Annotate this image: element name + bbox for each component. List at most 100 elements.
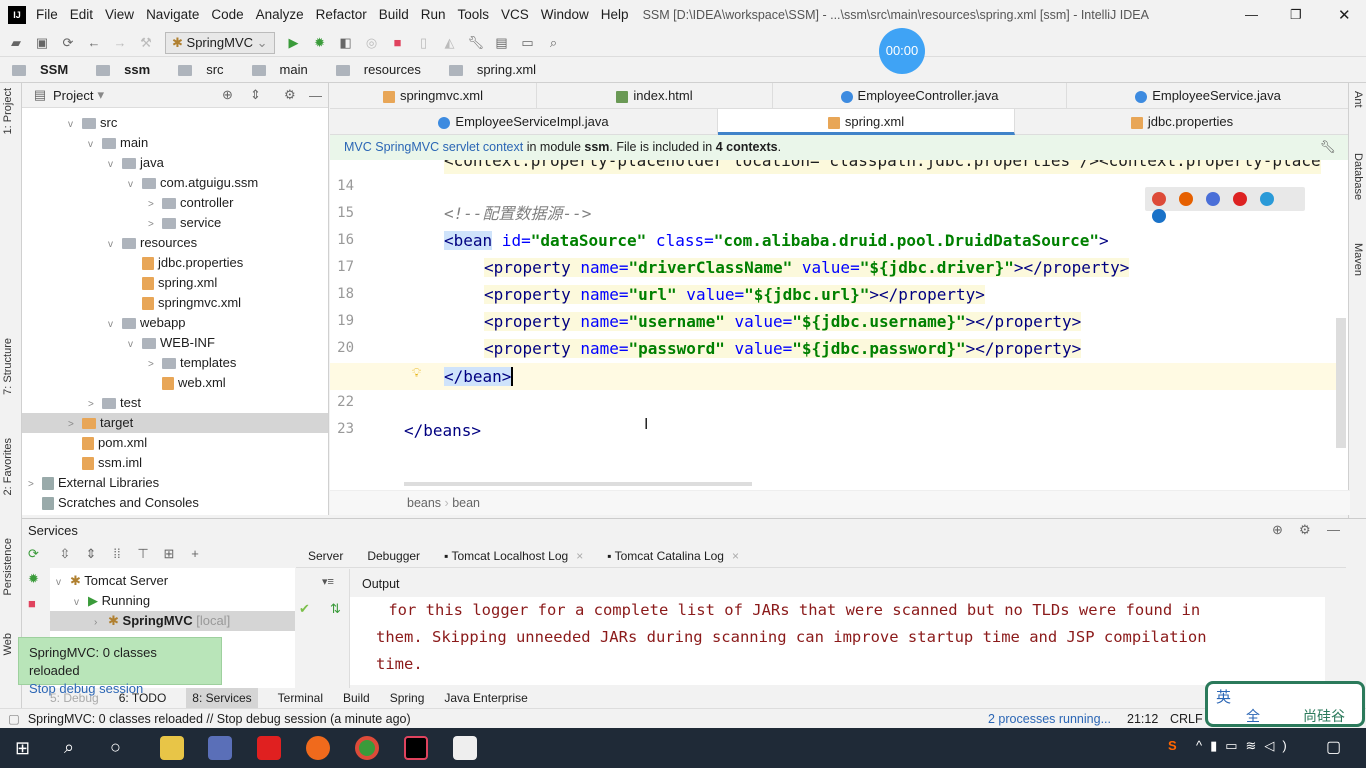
tree-item[interactable]: > templates bbox=[22, 353, 328, 373]
tray-icons[interactable]: ^▮▭≋◁) bbox=[1196, 738, 1295, 754]
tool-window-tab[interactable]: Terminal bbox=[278, 691, 323, 705]
menu-code[interactable]: Code bbox=[211, 7, 243, 22]
editor-tab[interactable]: jdbc.properties✕ bbox=[1015, 109, 1350, 154]
stop-icon[interactable]: ■ bbox=[22, 596, 50, 621]
project-view-select[interactable]: Project bbox=[53, 88, 93, 103]
tree-item[interactable]: v main bbox=[22, 133, 328, 153]
firefox-icon[interactable] bbox=[306, 736, 330, 760]
expand-arrow-icon[interactable]: v bbox=[108, 315, 122, 335]
tool-tab-project[interactable]: 1: Project bbox=[2, 88, 14, 134]
tree-item[interactable]: v java bbox=[22, 153, 328, 173]
save-icon[interactable]: ▣ bbox=[34, 35, 50, 51]
editor-tab[interactable]: spring.xml✕ bbox=[718, 109, 1015, 154]
group-icon[interactable]: ⁞⁞ bbox=[109, 546, 125, 562]
tool-window-tab[interactable]: Java Enterprise bbox=[444, 691, 527, 705]
collapse-all-icon[interactable]: ⇕ bbox=[83, 546, 99, 562]
ime-widget[interactable]: 英 全 尚硅谷 bbox=[1205, 681, 1365, 727]
vcs-icon[interactable]: ◭ bbox=[442, 35, 458, 51]
expand-arrow-icon[interactable]: > bbox=[68, 415, 82, 435]
app-icon-1[interactable] bbox=[160, 736, 184, 760]
tree-item[interactable]: web.xml bbox=[22, 373, 328, 393]
tree-item[interactable]: v WEB-INF bbox=[22, 333, 328, 353]
maximize-button[interactable]: ❐ bbox=[1290, 7, 1302, 23]
tree-item[interactable]: v webapp bbox=[22, 313, 328, 333]
menu-navigate[interactable]: Navigate bbox=[146, 7, 199, 22]
line-ending[interactable]: CRLF bbox=[1170, 712, 1203, 726]
close-button[interactable]: ✕ bbox=[1338, 6, 1351, 24]
crumb-bean[interactable]: bean bbox=[452, 496, 480, 510]
nav-crumb[interactable]: ssm bbox=[90, 62, 158, 77]
tool-tab-maven[interactable]: Maven bbox=[1352, 243, 1364, 276]
tree-item[interactable]: ssm.iml bbox=[22, 453, 328, 473]
services-hide-icon[interactable]: — bbox=[1327, 522, 1340, 537]
youdao-icon[interactable] bbox=[257, 736, 281, 760]
new-tab-icon[interactable]: ⊞ bbox=[161, 546, 177, 562]
search-icon[interactable]: ⌕ bbox=[64, 737, 74, 758]
configure-wrench-icon[interactable]: 🔧︎ bbox=[1320, 135, 1336, 160]
expand-arrow-icon[interactable]: v bbox=[108, 155, 122, 175]
close-tab-icon[interactable]: × bbox=[732, 549, 739, 563]
rerun-icon[interactable]: ⟳ bbox=[22, 546, 50, 571]
forward-icon[interactable]: → bbox=[112, 35, 128, 51]
opera-icon[interactable] bbox=[1233, 192, 1247, 206]
expand-all-icon[interactable]: ⇳ bbox=[57, 546, 73, 562]
services-tab[interactable]: ▪ Tomcat Catalina Log × bbox=[607, 549, 739, 563]
tool-tab-ant[interactable]: Ant bbox=[1352, 91, 1364, 108]
chrome-icon[interactable] bbox=[355, 736, 379, 760]
tree-item[interactable]: jdbc.properties bbox=[22, 253, 328, 273]
expand-arrow-icon[interactable]: > bbox=[148, 195, 162, 215]
editor-tab[interactable]: index.html✕ bbox=[537, 83, 773, 128]
chrome-icon[interactable] bbox=[1152, 192, 1166, 206]
menu-run[interactable]: Run bbox=[421, 7, 446, 22]
tool-tab-database[interactable]: Database bbox=[1352, 153, 1364, 200]
nav-crumb[interactable]: spring.xml bbox=[443, 62, 544, 77]
expand-arrow-icon[interactable]: > bbox=[148, 215, 162, 235]
caret-position[interactable]: 21:12 bbox=[1127, 712, 1158, 726]
build-hammer-icon[interactable]: ⚒ bbox=[138, 35, 154, 51]
add-icon[interactable]: + bbox=[187, 546, 203, 562]
expand-arrow-icon[interactable]: > bbox=[88, 395, 102, 415]
locate-icon[interactable]: ⊕ bbox=[222, 87, 233, 103]
services-gear-icon[interactable]: ⊕ bbox=[1272, 522, 1283, 538]
expand-arrow-icon[interactable]: v bbox=[108, 235, 122, 255]
typora-icon[interactable] bbox=[453, 736, 477, 760]
context-link[interactable]: MVC SpringMVC servlet context bbox=[344, 140, 523, 154]
menu-edit[interactable]: Edit bbox=[70, 7, 93, 22]
tool-window-tab[interactable]: Spring bbox=[390, 691, 425, 705]
menu-vcs[interactable]: VCS bbox=[501, 7, 529, 22]
tool-window-tab[interactable]: 6: TODO bbox=[119, 691, 167, 705]
collapse-all-icon[interactable]: ⇕ bbox=[250, 87, 261, 103]
tree-item[interactable]: springmvc.xml bbox=[22, 293, 328, 313]
tree-item[interactable]: > target bbox=[22, 413, 328, 433]
tool-window-tab[interactable]: Build bbox=[343, 691, 370, 705]
notifications-icon[interactable]: ▢ bbox=[1326, 737, 1341, 757]
open-icon[interactable]: ▰ bbox=[8, 35, 24, 51]
intention-bulb-icon[interactable]: 💡︎ bbox=[412, 365, 421, 381]
editor-vertical-scrollbar[interactable] bbox=[1336, 318, 1346, 448]
menu-build[interactable]: Build bbox=[379, 7, 409, 22]
menu-tools[interactable]: Tools bbox=[458, 7, 490, 22]
settings-wrench-icon[interactable]: 🔧︎ bbox=[468, 35, 485, 51]
tree-item[interactable]: spring.xml bbox=[22, 273, 328, 293]
expand-arrow-icon[interactable]: v bbox=[128, 335, 142, 355]
expand-arrow-icon[interactable]: > bbox=[148, 355, 162, 375]
editor-tab[interactable]: EmployeeService.java✕ bbox=[1067, 83, 1350, 128]
start-icon[interactable]: ⊞ bbox=[15, 738, 30, 759]
app-icon-2[interactable] bbox=[208, 736, 232, 760]
expand-arrow-icon[interactable]: v bbox=[68, 115, 82, 135]
edge-icon[interactable] bbox=[1152, 209, 1166, 223]
services-settings-icon[interactable]: ⚙ bbox=[1299, 522, 1311, 538]
nav-crumb[interactable]: main bbox=[246, 62, 316, 77]
debug-icon[interactable]: ✹ bbox=[312, 35, 328, 51]
tool-tab-favorites[interactable]: 2: Favorites bbox=[2, 438, 14, 495]
close-tab-icon[interactable]: × bbox=[576, 549, 583, 563]
tool-tab-web[interactable]: Web bbox=[2, 633, 14, 655]
menu-analyze[interactable]: Analyze bbox=[256, 7, 304, 22]
intellij-icon[interactable] bbox=[404, 736, 428, 760]
sync-icon[interactable]: ⟳ bbox=[60, 35, 76, 51]
processes-running[interactable]: 2 processes running... bbox=[988, 712, 1111, 726]
project-structure-icon[interactable]: ▤ bbox=[494, 35, 510, 51]
tree-item-running[interactable]: v ▶ Running bbox=[50, 591, 295, 611]
crumb-beans[interactable]: beans bbox=[407, 496, 441, 510]
menu-window[interactable]: Window bbox=[541, 7, 589, 22]
